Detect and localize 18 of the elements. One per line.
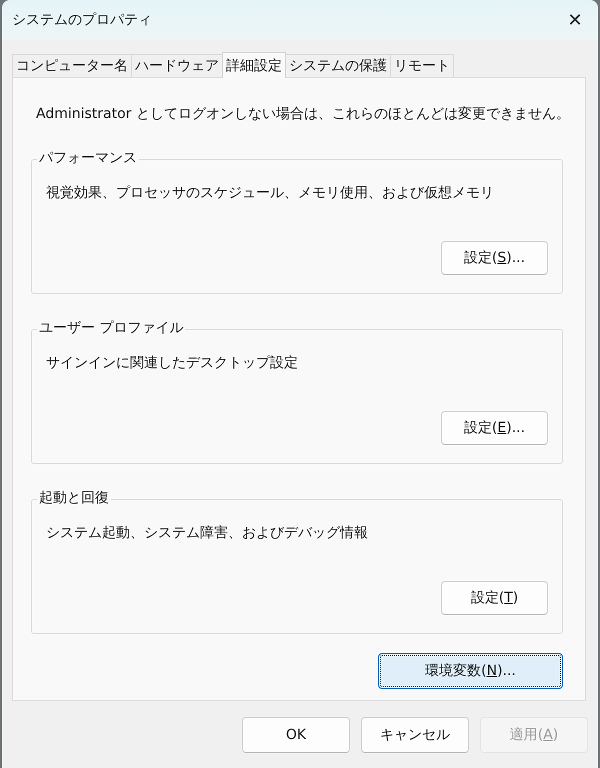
group-description: システム起動、システム障害、およびデバッグ情報 xyxy=(46,524,369,542)
tab[interactable]: コンピューター名 xyxy=(12,54,132,77)
settings-button[interactable]: 設定(T) xyxy=(441,581,548,615)
notice-text: Administrator としてログオンしない場合は、これらのほとんどは変更できません。 xyxy=(36,105,563,123)
group-description: 視覚効果、プロセッサのスケジュール、メモリ使用、および仮想メモリ xyxy=(46,184,495,202)
group-title: 起動と回復 xyxy=(37,489,111,507)
ok-button[interactable]: OK xyxy=(242,717,350,753)
environment-variables-button[interactable]: 環境変数(N)... xyxy=(378,653,563,689)
cancel-button[interactable]: キャンセル xyxy=(361,717,469,753)
close-button[interactable]: ✕ xyxy=(552,0,598,40)
settings-button[interactable]: 設定(E)... xyxy=(441,411,548,445)
group-title: ユーザー プロファイル xyxy=(37,319,186,337)
group-description: サインインに関連したデスクトップ設定 xyxy=(46,354,299,372)
settings-button[interactable]: 設定(S)... xyxy=(441,241,548,275)
window-title: システムのプロパティ xyxy=(12,11,152,29)
tab[interactable]: 詳細設定 xyxy=(222,52,286,78)
group-title: パフォーマンス xyxy=(37,149,139,167)
tab[interactable]: リモート xyxy=(390,54,454,77)
